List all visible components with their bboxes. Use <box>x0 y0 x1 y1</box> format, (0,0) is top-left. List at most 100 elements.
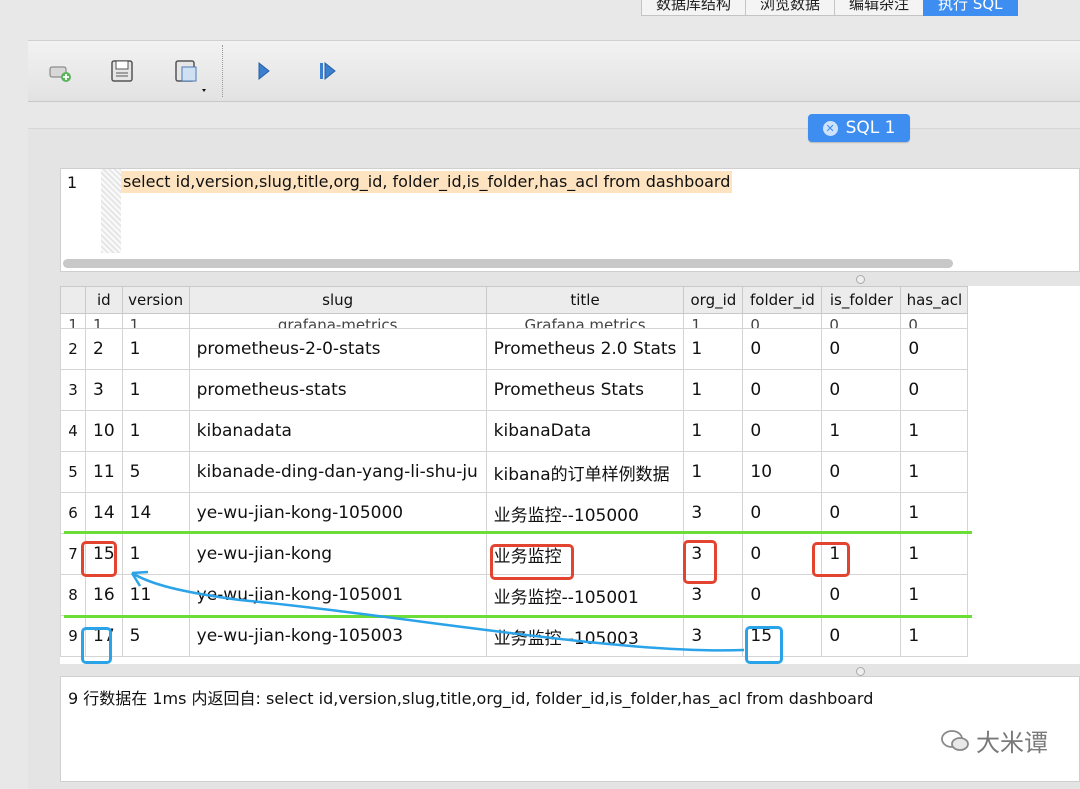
cell-is-folder[interactable]: 0 <box>821 328 902 370</box>
splitter-handle[interactable] <box>856 667 865 676</box>
cell-title[interactable]: 业务监控--105000 <box>485 492 685 534</box>
cell-is-folder[interactable]: 0 <box>821 451 902 493</box>
cell-org-id[interactable]: 1 <box>683 369 744 411</box>
cell-id[interactable]: 3 <box>85 369 123 411</box>
sql-query-text[interactable]: select id,version,slug,title,org_id, fol… <box>121 171 733 193</box>
column-header-slug[interactable]: slug <box>188 286 487 314</box>
column-header-title[interactable]: title <box>485 286 685 314</box>
tab-edit-pragmas[interactable]: 编辑杂注 <box>834 0 925 16</box>
cell-id[interactable]: 1 <box>85 313 123 329</box>
cell-version[interactable]: 11 <box>121 574 190 616</box>
cell-folder-id[interactable]: 0 <box>742 369 823 411</box>
cell-id[interactable]: 17 <box>85 615 123 657</box>
cell-id[interactable]: 10 <box>85 410 123 452</box>
cell-slug[interactable]: ye-wu-jian-kong-105003 <box>188 615 487 657</box>
cell-folder-id[interactable]: 0 <box>742 410 823 452</box>
cell-slug[interactable]: prometheus-2-0-stats <box>188 328 487 370</box>
cell-slug[interactable]: grafana-metrics <box>188 313 487 329</box>
cell-version[interactable]: 5 <box>121 451 190 493</box>
column-header-org-id[interactable]: org_id <box>683 286 744 314</box>
table-row[interactable]: 2 2 1 prometheus-2-0-stats Prometheus 2.0 St… <box>60 328 969 370</box>
cell-folder-id[interactable]: 0 <box>742 313 823 329</box>
open-tab-icon[interactable] <box>46 57 74 85</box>
column-header-is-folder[interactable]: is_folder <box>821 286 902 314</box>
cell-has-acl[interactable]: 0 <box>900 369 969 411</box>
table-row[interactable]: 1 1 1 grafana-metrics Grafana metrics 1 … <box>60 313 969 329</box>
cell-org-id[interactable]: 3 <box>683 533 744 575</box>
cell-has-acl[interactable]: 1 <box>900 533 969 575</box>
table-row[interactable]: 7 15 1 ye-wu-jian-kong 业务监控 3 0 1 1 <box>60 533 969 575</box>
cell-is-folder[interactable]: 0 <box>821 313 902 329</box>
cell-has-acl[interactable]: 1 <box>900 410 969 452</box>
cell-folder-id[interactable]: 10 <box>742 451 823 493</box>
cell-has-acl[interactable]: 1 <box>900 615 969 657</box>
cell-slug[interactable]: ye-wu-jian-kong <box>188 533 487 575</box>
cell-org-id[interactable]: 1 <box>683 328 744 370</box>
table-row[interactable]: 8 16 11 ye-wu-jian-kong-105001 业务监控--105001 3… <box>60 574 969 616</box>
cell-is-folder[interactable]: 0 <box>821 615 902 657</box>
cell-title[interactable]: 业务监控 <box>485 533 685 575</box>
column-header-folder-id[interactable]: folder_id <box>742 286 823 314</box>
cell-version[interactable]: 1 <box>121 369 190 411</box>
cell-version[interactable]: 5 <box>121 615 190 657</box>
cell-id[interactable]: 11 <box>85 451 123 493</box>
cell-slug[interactable]: ye-wu-jian-kong-105000 <box>188 492 487 534</box>
tab-database-structure[interactable]: 数据库结构 <box>641 0 747 16</box>
cell-version[interactable]: 1 <box>121 328 190 370</box>
cell-title[interactable]: Prometheus 2.0 Stats <box>485 328 685 370</box>
cell-slug[interactable]: kibanade-ding-dan-yang-li-shu-ju <box>188 451 487 493</box>
cell-slug[interactable]: prometheus-stats <box>188 369 487 411</box>
cell-org-id[interactable]: 3 <box>683 492 744 534</box>
cell-is-folder[interactable]: 1 <box>821 410 902 452</box>
column-header-version[interactable]: version <box>121 286 190 314</box>
cell-is-folder[interactable]: 0 <box>821 492 902 534</box>
cell-org-id[interactable]: 1 <box>683 451 744 493</box>
cell-is-folder[interactable]: 0 <box>821 369 902 411</box>
cell-id[interactable]: 2 <box>85 328 123 370</box>
cell-is-folder[interactable]: 0 <box>821 574 902 616</box>
cell-title[interactable]: Prometheus Stats <box>485 369 685 411</box>
cell-org-id[interactable]: 3 <box>683 615 744 657</box>
save-as-icon[interactable] <box>172 57 212 92</box>
cell-org-id[interactable]: 3 <box>683 574 744 616</box>
cell-version[interactable]: 1 <box>121 410 190 452</box>
cell-has-acl[interactable]: 1 <box>900 492 969 534</box>
table-row[interactable]: 6 14 14 ye-wu-jian-kong-105000 业务监控--105000 3… <box>60 492 969 534</box>
cell-folder-id[interactable]: 0 <box>742 574 823 616</box>
cell-is-folder[interactable]: 1 <box>821 533 902 575</box>
table-row[interactable]: 4 10 1 kibanadata kibanaData 1 0 1 1 <box>60 410 969 452</box>
tab-execute-sql[interactable]: 执行 SQL <box>923 0 1018 16</box>
cell-title[interactable]: Grafana metrics <box>485 313 685 329</box>
save-icon[interactable] <box>108 57 136 85</box>
cell-version[interactable]: 1 <box>121 313 190 329</box>
cell-org-id[interactable]: 1 <box>683 313 744 329</box>
cell-has-acl[interactable]: 0 <box>900 328 969 370</box>
cell-folder-id[interactable]: 0 <box>742 328 823 370</box>
cell-version[interactable]: 14 <box>121 492 190 534</box>
tab-browse-data[interactable]: 浏览数据 <box>745 0 836 16</box>
cell-id[interactable]: 16 <box>85 574 123 616</box>
cell-folder-id[interactable]: 0 <box>742 533 823 575</box>
cell-folder-id[interactable]: 0 <box>742 492 823 534</box>
sql-1-tab[interactable]: ✕ SQL 1 <box>808 114 910 142</box>
editor-scrollbar[interactable] <box>63 259 953 268</box>
cell-title[interactable]: kibanaData <box>485 410 685 452</box>
cell-has-acl[interactable]: 0 <box>900 313 969 329</box>
cell-folder-id[interactable]: 15 <box>742 615 823 657</box>
cell-title[interactable]: kibana的订单样例数据 <box>485 451 685 493</box>
column-header-id[interactable]: id <box>85 286 123 314</box>
table-row[interactable]: 5 11 5 kibanade-ding-dan-yang-li-shu-ju kiba… <box>60 451 969 493</box>
table-row[interactable]: 3 3 1 prometheus-stats Prometheus Stats 1 0 0 0 <box>60 369 969 411</box>
table-row[interactable]: 9 17 5 ye-wu-jian-kong-105003 业务监控--105003 3 1… <box>60 615 969 657</box>
close-icon[interactable]: ✕ <box>822 120 838 136</box>
execute-icon[interactable] <box>250 57 278 85</box>
column-header-has-acl[interactable]: has_acl <box>900 286 969 314</box>
cell-title[interactable]: 业务监控--105003 <box>485 615 685 657</box>
execute-line-icon[interactable] <box>314 57 342 85</box>
cell-slug[interactable]: kibanadata <box>188 410 487 452</box>
splitter-handle[interactable] <box>856 275 865 284</box>
cell-title[interactable]: 业务监控--105001 <box>485 574 685 616</box>
cell-id[interactable]: 15 <box>85 533 123 575</box>
cell-org-id[interactable]: 1 <box>683 410 744 452</box>
cell-has-acl[interactable]: 1 <box>900 574 969 616</box>
